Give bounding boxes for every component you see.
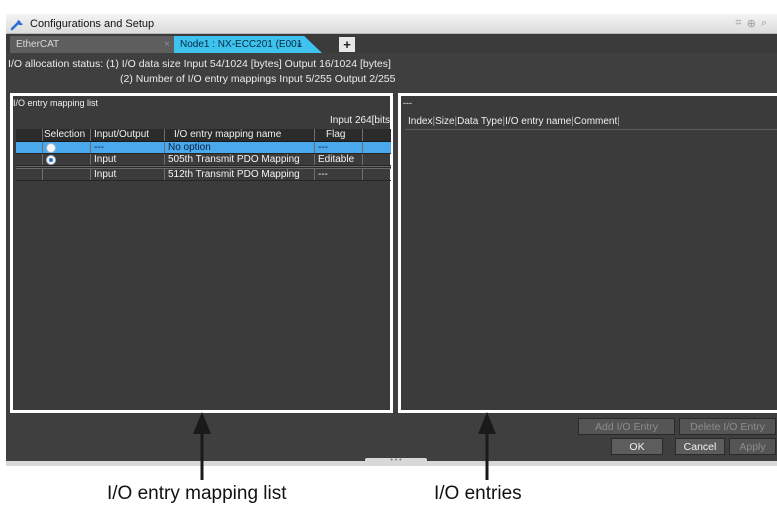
column-header-index[interactable]: Index (408, 116, 432, 127)
tab-bar: EtherCAT × Node1 : NX-ECC201 (E001 × + (6, 34, 777, 53)
ok-button[interactable]: OK (611, 438, 663, 455)
column-divider (314, 169, 315, 180)
name-cell: 505th Transmit PDO Mapping (168, 154, 300, 165)
tab-node1[interactable]: Node1 : NX-ECC201 (E001 × (174, 36, 322, 53)
title-tools: ⌗ ⊕ ⌕ (735, 17, 767, 30)
column-divider (362, 129, 363, 141)
column-divider (362, 169, 363, 180)
column-header-comment[interactable]: Comment (574, 116, 617, 127)
flag-cell: --- (318, 142, 328, 153)
table-row[interactable]: --- No option --- (16, 142, 391, 154)
column-divider (42, 154, 43, 165)
column-header-selection[interactable]: Selection (42, 129, 90, 141)
column-divider (42, 169, 43, 180)
window-title: Configurations and Setup (30, 17, 155, 30)
column-divider (164, 142, 165, 153)
column-header-size[interactable]: Size (435, 116, 454, 127)
close-icon[interactable]: × (297, 40, 302, 50)
delete-io-entry-button[interactable]: Delete I/O Entry (679, 418, 776, 435)
column-divider (164, 129, 165, 141)
zoom-in-icon[interactable]: ⊕ (747, 17, 756, 30)
mapping-table: Selection Input/Output I/O entry mapping… (16, 129, 391, 181)
column-header-io[interactable]: Input/Output (90, 129, 164, 141)
apply-button[interactable]: Apply (729, 438, 776, 455)
column-header-data-type[interactable]: Data Type (457, 116, 502, 127)
layout-icon[interactable]: ⌗ (735, 17, 741, 30)
left-callout-arrow (193, 412, 211, 480)
column-divider (42, 129, 43, 141)
caption-io-entries: I/O entries (434, 483, 522, 504)
entries-table-header: Index|Size|Data Type|I/O entry name|Comm… (408, 116, 620, 127)
status-line-2: (2) Number of I/O entry mappings Input 5… (120, 73, 396, 85)
splitter-handle[interactable]: • • • (365, 457, 427, 466)
column-divider (314, 154, 315, 165)
selection-radio[interactable] (46, 143, 56, 153)
right-callout-arrow (478, 412, 496, 480)
io-cell: Input (94, 154, 117, 165)
add-tab-button[interactable]: + (339, 37, 355, 52)
column-divider (90, 142, 91, 153)
allocation-status: I/O allocation status: (1) I/O data size… (6, 53, 777, 91)
name-cell: 512th Transmit PDO Mapping (168, 169, 300, 180)
close-icon[interactable]: × (164, 39, 170, 50)
io-cell: Input (94, 169, 117, 180)
column-divider (90, 154, 91, 165)
column-divider (90, 169, 91, 180)
cancel-button[interactable]: Cancel (675, 438, 725, 455)
column-divider (314, 129, 315, 141)
name-cell: No option (168, 142, 211, 153)
flag-cell: Editable (318, 154, 355, 165)
add-io-entry-button[interactable]: Add I/O Entry (578, 418, 675, 435)
configurations-window: Configurations and Setup ⌗ ⊕ ⌕ EtherCAT … (6, 14, 777, 466)
table-row[interactable]: Input 512th Transmit PDO Mapping --- (16, 169, 391, 181)
header-divider (405, 129, 777, 130)
input-bits-label: Input 264[bits (329, 115, 390, 126)
column-divider (362, 154, 363, 165)
flag-cell: --- (318, 169, 328, 180)
search-icon[interactable]: ⌕ (761, 17, 767, 30)
panel-title: --- (403, 98, 412, 108)
table-header: Selection Input/Output I/O entry mapping… (16, 129, 391, 142)
io-entries-panel: --- Index|Size|Data Type|I/O entry name|… (398, 93, 777, 413)
tab-ethercat[interactable]: EtherCAT × (10, 36, 178, 53)
wrench-icon (10, 19, 23, 30)
column-header-entry-name[interactable]: I/O entry name (505, 116, 571, 127)
io-cell: --- (94, 142, 104, 153)
column-divider (90, 129, 91, 141)
status-line-1: I/O allocation status: (1) I/O data size… (8, 58, 391, 70)
table-row[interactable]: Input 505th Transmit PDO Mapping Editabl… (16, 154, 391, 166)
column-divider (314, 142, 315, 153)
column-divider (164, 154, 165, 165)
column-divider (362, 142, 363, 153)
column-divider (42, 142, 43, 153)
tab-label: Node1 : NX-ECC201 (E001 (180, 39, 303, 50)
column-divider (164, 169, 165, 180)
column-header-flag[interactable]: Flag (314, 129, 362, 141)
panel-title: I/O entry mapping list (13, 98, 99, 108)
io-entry-mapping-list-panel: I/O entry mapping list Input 264[bits Se… (10, 93, 393, 413)
caption-mapping-list: I/O entry mapping list (107, 483, 287, 504)
title-bar: Configurations and Setup ⌗ ⊕ ⌕ (6, 14, 777, 34)
column-header-name[interactable]: I/O entry mapping name (164, 129, 314, 141)
selection-radio[interactable] (46, 155, 56, 165)
tab-label: EtherCAT (16, 39, 60, 50)
